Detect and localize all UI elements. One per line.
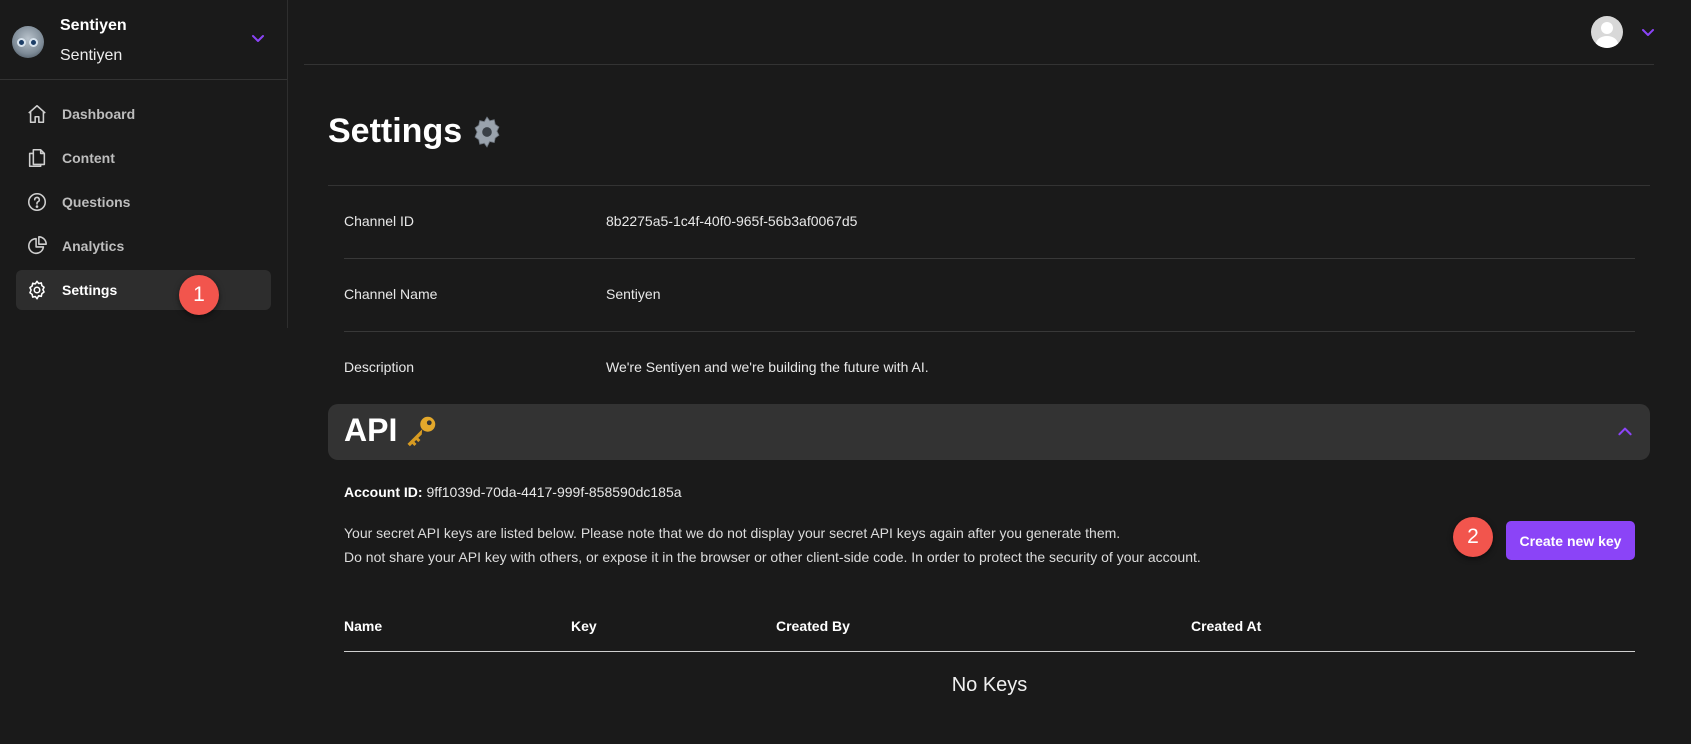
table-header-name: Name — [344, 618, 383, 634]
sidebar-item-content[interactable]: Content — [16, 138, 271, 178]
account-id-label: Account ID: — [344, 484, 423, 500]
field-value: 8b2275a5-1c4f-40f0-965f-56b3af0067d5 — [606, 213, 858, 229]
chevron-down-icon[interactable] — [250, 30, 266, 46]
table-header-divider — [344, 651, 1635, 652]
topbar-divider — [304, 64, 1654, 65]
field-label: Channel Name — [344, 286, 438, 302]
chevron-up-icon[interactable] — [1616, 423, 1634, 441]
api-section-header[interactable]: API — [328, 404, 1650, 460]
api-description-2: Do not share your API key with others, o… — [344, 549, 1201, 565]
key-icon — [407, 416, 436, 446]
table-header-created-by: Created By — [776, 618, 850, 634]
user-avatar[interactable] — [1591, 16, 1623, 48]
sidebar-item-label: Content — [62, 150, 115, 166]
org-avatar — [12, 26, 44, 58]
table-header-created-at: Created At — [1191, 618, 1262, 634]
pie-chart-icon — [26, 235, 48, 257]
home-icon — [26, 103, 48, 125]
question-circle-icon — [26, 191, 48, 213]
sidebar-nav: Dashboard Content Questions Analytics Se… — [16, 94, 271, 314]
field-value: Sentiyen — [606, 286, 661, 302]
files-icon — [26, 147, 48, 169]
account-id-value: 9ff1039d-70da-4417-999f-858590dc185a — [426, 484, 682, 500]
page-title-text: Settings — [328, 112, 463, 150]
create-new-key-button[interactable]: Create new key — [1506, 521, 1635, 560]
api-title: API — [344, 412, 439, 449]
field-row-channel-name: Channel Name Sentiyen — [344, 286, 1635, 359]
account-id-line: Account ID: 9ff1039d-70da-4417-999f-8585… — [344, 484, 682, 500]
field-row-channel-id: Channel ID 8b2275a5-1c4f-40f0-965f-56b3a… — [344, 213, 1635, 286]
chevron-down-icon[interactable] — [1640, 24, 1656, 40]
divider — [344, 331, 1635, 332]
table-header-key: Key — [571, 618, 597, 634]
sidebar-item-label: Settings — [62, 282, 118, 298]
org-subtitle: Sentiyen — [60, 47, 123, 64]
sidebar-item-questions[interactable]: Questions — [16, 182, 271, 222]
sidebar-item-settings[interactable]: Settings — [16, 270, 271, 310]
divider — [328, 185, 1650, 186]
sidebar-item-dashboard[interactable]: Dashboard — [16, 94, 271, 134]
field-label: Channel ID — [344, 213, 415, 229]
sidebar-item-analytics[interactable]: Analytics — [16, 226, 271, 266]
gear-emoji-icon — [474, 115, 500, 148]
field-value: We're Sentiyen and we're building the fu… — [606, 359, 929, 375]
sidebar-item-label: Dashboard — [62, 106, 136, 122]
step-badge-2: 2 — [1453, 517, 1493, 557]
sidebar: Sentiyen Sentiyen Dashboard Content Ques… — [0, 0, 288, 328]
api-description-1: Your secret API keys are listed below. P… — [344, 525, 1121, 541]
org-name: Sentiyen — [60, 17, 127, 34]
step-badge-1: 1 — [179, 275, 219, 315]
org-switcher[interactable]: Sentiyen Sentiyen — [0, 0, 287, 80]
field-label: Description — [344, 359, 415, 375]
api-title-text: API — [344, 412, 398, 448]
sidebar-item-label: Analytics — [62, 238, 125, 254]
sidebar-item-label: Questions — [62, 194, 131, 210]
gear-icon — [26, 279, 48, 301]
page-title: Settings — [328, 112, 504, 151]
divider — [344, 258, 1635, 259]
empty-state: No Keys — [951, 674, 1028, 696]
